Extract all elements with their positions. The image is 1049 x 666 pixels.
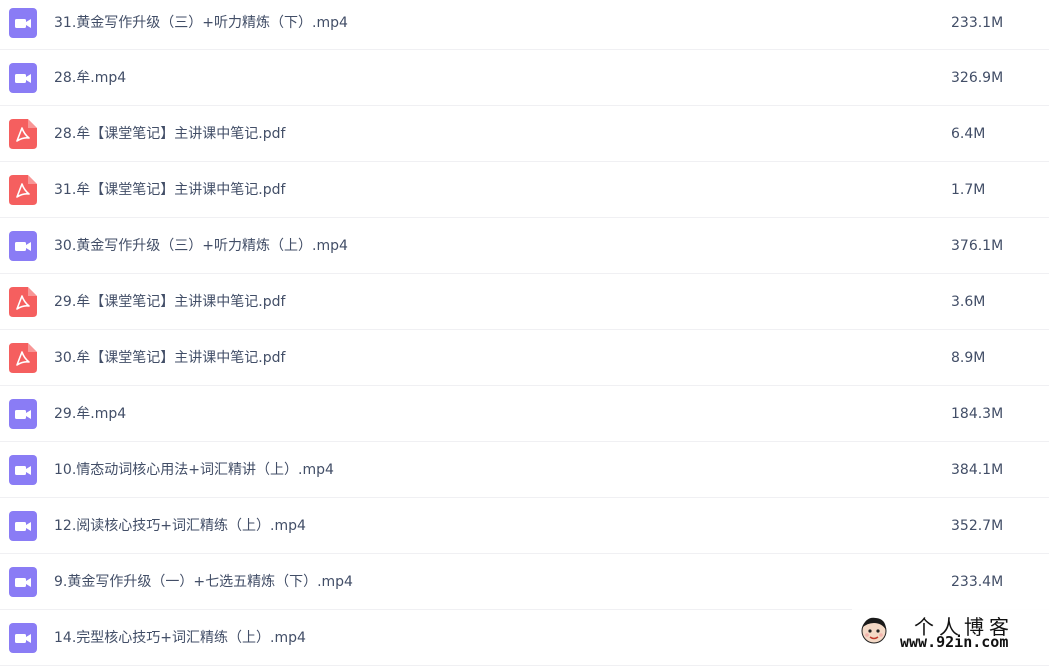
file-size: 184.3M [951, 406, 1004, 422]
video-file-icon [9, 8, 37, 38]
file-size: 1.7M [951, 182, 986, 198]
video-file-icon [9, 399, 37, 429]
file-row[interactable]: 29.牟.mp4 184.3M [0, 386, 1049, 442]
file-name: 29.牟【课堂笔记】主讲课中笔记.pdf [54, 294, 286, 310]
video-file-icon [9, 567, 37, 597]
file-name: 12.阅读核心技巧+词汇精练（上）.mp4 [54, 518, 306, 534]
file-row[interactable]: 31.牟【课堂笔记】主讲课中笔记.pdf 1.7M [0, 162, 1049, 218]
file-name: 28.牟.mp4 [54, 70, 127, 86]
file-size: 352.7M [951, 518, 1004, 534]
file-size: 326.9M [951, 70, 1004, 86]
pdf-file-icon [9, 287, 37, 317]
video-file-icon [9, 623, 37, 653]
video-file-icon [9, 63, 37, 93]
file-name: 28.牟【课堂笔记】主讲课中笔记.pdf [54, 126, 286, 142]
pdf-file-icon [9, 119, 37, 149]
file-row[interactable]: 9.黄金写作升级（一）+七选五精炼（下）.mp4 233.4M [0, 554, 1049, 610]
file-row[interactable]: 29.牟【课堂笔记】主讲课中笔记.pdf 3.6M [0, 274, 1049, 330]
file-size: 8.9M [951, 350, 986, 366]
file-row[interactable]: 31.黄金写作升级（三）+听力精炼（下）.mp4 233.1M [0, 0, 1049, 50]
file-size: 384.1M [951, 462, 1004, 478]
file-name: 30.牟【课堂笔记】主讲课中笔记.pdf [54, 350, 286, 366]
pdf-file-icon [9, 343, 37, 373]
file-row[interactable]: 30.黄金写作升级（三）+听力精炼（上）.mp4 376.1M [0, 218, 1049, 274]
blog-watermark: 个人博客 www.92in.com [852, 608, 1049, 654]
pdf-file-icon [9, 175, 37, 205]
file-name: 29.牟.mp4 [54, 406, 127, 422]
video-file-icon [9, 455, 37, 485]
file-list: 31.黄金写作升级（三）+听力精炼（下）.mp4 233.1M 28.牟.mp4… [0, 0, 1049, 666]
file-name: 31.黄金写作升级（三）+听力精炼（下）.mp4 [54, 15, 348, 31]
file-row[interactable]: 28.牟【课堂笔记】主讲课中笔记.pdf 6.4M [0, 106, 1049, 162]
watermark-url: www.92in.com [900, 633, 1009, 651]
video-file-icon [9, 511, 37, 541]
file-row[interactable]: 28.牟.mp4 326.9M [0, 50, 1049, 106]
file-row[interactable]: 12.阅读核心技巧+词汇精练（上）.mp4 352.7M [0, 498, 1049, 554]
file-row[interactable]: 30.牟【课堂笔记】主讲课中笔记.pdf 8.9M [0, 330, 1049, 386]
file-name: 31.牟【课堂笔记】主讲课中笔记.pdf [54, 182, 286, 198]
file-name: 9.黄金写作升级（一）+七选五精炼（下）.mp4 [54, 574, 353, 590]
file-size: 376.1M [951, 238, 1004, 254]
file-size: 3.6M [951, 294, 986, 310]
file-size: 6.4M [951, 126, 986, 142]
file-name: 10.情态动词核心用法+词汇精讲（上）.mp4 [54, 462, 334, 478]
file-size: 233.4M [951, 574, 1004, 590]
file-name: 14.完型核心技巧+词汇精练（上）.mp4 [54, 630, 306, 646]
avatar [858, 614, 890, 646]
file-size: 233.1M [951, 15, 1004, 31]
file-name: 30.黄金写作升级（三）+听力精炼（上）.mp4 [54, 238, 348, 254]
file-row[interactable]: 10.情态动词核心用法+词汇精讲（上）.mp4 384.1M [0, 442, 1049, 498]
video-file-icon [9, 231, 37, 261]
